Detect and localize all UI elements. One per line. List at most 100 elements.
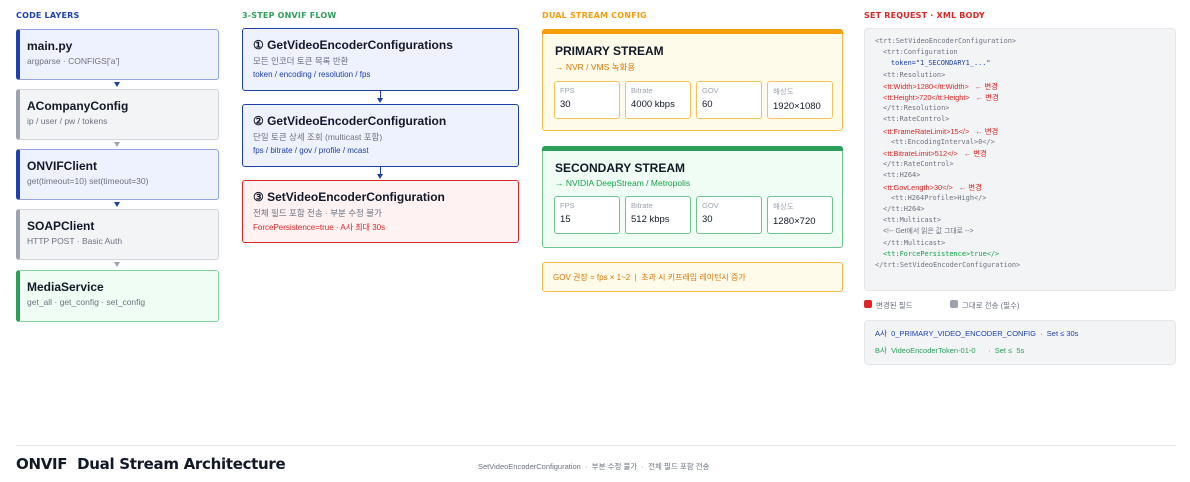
legend-unchanged-label: 그대로 전송 (필수): [962, 301, 1020, 310]
metric-value: 15: [560, 214, 571, 225]
xml-line: </tt:Multicast>: [875, 238, 1165, 249]
xml-line-text: <tt:ForcePersistence>true</>: [883, 249, 1000, 258]
layer-soap-client: SOAPClient HTTP POST · Basic Auth: [16, 209, 219, 260]
legend: 변경된 필드 그대로 전송 (필수): [864, 299, 1176, 311]
metric-label: GOV: [702, 86, 719, 95]
metric-label: GOV: [702, 201, 719, 210]
stream-target: → NVIDIA DeepStream / Metropolis: [555, 178, 691, 188]
onvif-flow-title: 3-STEP ONVIF FLOW: [242, 11, 337, 20]
xml-line-text: <tt:BitrateLimit>512</>: [883, 149, 958, 159]
xml-line-text: token="1_SECONDARY1_...": [891, 59, 991, 68]
vendor-b-token: B사 VideoEncoderToken-01-0 · Set ≤ 5s: [875, 346, 1025, 355]
xml-line: token="1_SECONDARY1_...": [875, 58, 1165, 69]
change-marker: ← 변경: [974, 81, 998, 91]
xml-line-text: <trt:Configuration: [883, 48, 958, 57]
down-arrow-icon: [114, 202, 120, 207]
secondary-stream-accent: [542, 146, 843, 151]
xml-line-text: </tt:H264>: [883, 205, 925, 214]
xml-line: <tt:Resolution>: [875, 70, 1165, 81]
footer-note: SetVideoEncoderConfiguration · 부분 수정 불가 …: [478, 462, 710, 471]
metric-gov: GOV 60: [696, 81, 762, 119]
xml-line: </tt:H264>: [875, 204, 1165, 215]
change-marker: ← 변경: [963, 149, 987, 159]
xml-line: <tt:Multicast>: [875, 215, 1165, 226]
metric-label: 해상도: [773, 87, 794, 96]
metric-label: FPS: [560, 201, 575, 210]
xml-line: <tt:H264>: [875, 170, 1165, 181]
layer-title: MediaService: [27, 280, 104, 294]
xml-line: </tt:Resolution>: [875, 103, 1165, 114]
legend-unchanged-swatch: [950, 300, 958, 308]
stream-target: → NVR / VMS 녹화용: [555, 62, 636, 72]
step-title: ① GetVideoEncoderConfigurations: [253, 38, 453, 52]
metric-value: 1280×720: [773, 216, 816, 227]
code-layers-title: CODE LAYERS: [16, 11, 80, 20]
metric-bitrate: Bitrate 4000 kbps: [625, 81, 691, 119]
layer-title: ONVIFClient: [27, 159, 98, 173]
xml-line: <tt:H264Profile>High</>: [875, 193, 1165, 204]
layer-acompany-config: ACompanyConfig ip / user / pw / tokens: [16, 89, 219, 140]
gov-recommendation-note: GOV 권장 = fps × 1~2 | 초과 시 키프레임 레이턴시 증가: [542, 262, 843, 292]
metric-value: 30: [560, 99, 571, 110]
metric-resolution: 해상도 1920×1080: [767, 81, 833, 119]
metric-value: 4000 kbps: [631, 99, 675, 110]
layer-subtitle: ip / user / pw / tokens: [27, 116, 108, 126]
flow-step-get-configuration: ② GetVideoEncoderConfiguration 단일 토큰 상세 …: [242, 104, 519, 167]
change-marker: ← 변경: [975, 126, 999, 136]
layer-main-py: main.py argparse · CONFIGS['a']: [16, 29, 219, 80]
layer-title: SOAPClient: [27, 219, 95, 233]
metric-label: Bitrate: [631, 86, 653, 95]
xml-line: <tt:BitrateLimit>512</> ← 변경: [875, 148, 1165, 159]
layer-media-service: MediaService get_all · get_config · set_…: [16, 270, 219, 322]
xml-line-text: </tt:RateControl>: [883, 160, 954, 169]
metric-fps: FPS 15: [554, 196, 620, 234]
xml-line: <tt:ForcePersistence>true</>: [875, 249, 1165, 260]
xml-line-text: <tt:H264>: [883, 171, 921, 180]
down-arrow-icon: [377, 174, 383, 179]
set-request-title: SET REQUEST · XML BODY: [864, 11, 985, 20]
change-marker: ← 변경: [975, 93, 999, 103]
metric-value: 512 kbps: [631, 214, 670, 225]
layer-onvif-client: ONVIFClient get(timeout=10) set(timeout=…: [16, 149, 219, 200]
metric-gov: GOV 30: [696, 196, 762, 234]
xml-line: <tt:FrameRateLimit>15</> ← 변경: [875, 126, 1165, 137]
footer-title: ONVIF Dual Stream Architecture: [16, 455, 286, 473]
layer-subtitle: HTTP POST · Basic Auth: [27, 236, 123, 246]
xml-line-text: <tt:Height>720</tt:Height>: [883, 93, 970, 103]
xml-line-text: <tt:Multicast>: [883, 216, 942, 225]
down-arrow-icon: [114, 142, 120, 147]
xml-line-text: </trt:SetVideoEncoderConfiguration>: [875, 261, 1021, 270]
xml-line: <trt:Configuration: [875, 47, 1165, 58]
stream-title: SECONDARY STREAM: [555, 161, 686, 175]
xml-body-panel: <trt:SetVideoEncoderConfiguration> <trt:C…: [864, 28, 1176, 291]
step-description: 전체 필드 포함 전송 · 부분 수정 불가: [253, 208, 382, 218]
xml-line-text: </tt:Resolution>: [883, 104, 950, 113]
legend-changed-swatch: [864, 300, 872, 308]
step-detail: token / encoding / resolution / fps: [253, 70, 371, 79]
step-detail: fps / bitrate / gov / profile / mcast: [253, 146, 369, 155]
xml-line: </tt:RateControl>: [875, 159, 1165, 170]
footer-divider: [16, 445, 1176, 446]
layer-subtitle: get_all · get_config · set_config: [27, 297, 146, 307]
xml-line-text: <tt:GovLength>30</>: [883, 182, 953, 192]
xml-line-text: <trt:SetVideoEncoderConfiguration>: [875, 37, 1017, 45]
xml-line: </trt:SetVideoEncoderConfiguration>: [875, 260, 1165, 271]
metric-label: FPS: [560, 86, 575, 95]
xml-line: <tt:GovLength>30</> ← 변경: [875, 182, 1165, 193]
xml-line: <tt:EncodingInterval>0</>: [875, 137, 1165, 148]
xml-line: <trt:SetVideoEncoderConfiguration>: [875, 36, 1165, 47]
metric-bitrate: Bitrate 512 kbps: [625, 196, 691, 234]
step-title: ② GetVideoEncoderConfiguration: [253, 114, 447, 128]
xml-line: <tt:Width>1280</tt:Width> ← 변경: [875, 81, 1165, 92]
flow-step-set-configuration: ③ SetVideoEncoderConfiguration 전체 필드 포함 …: [242, 180, 519, 243]
primary-stream-accent: [542, 29, 843, 34]
vendor-token-panel: A사 0_PRIMARY_VIDEO_ENCODER_CONFIG · Set …: [864, 320, 1176, 365]
xml-line-text: <tt:EncodingInterval>0</>: [891, 137, 995, 146]
secondary-stream-card: SECONDARY STREAM → NVIDIA DeepStream / M…: [542, 146, 843, 248]
xml-line-text: <tt:Width>1280</tt:Width>: [883, 81, 969, 91]
step-detail: ForcePersistence=true · A사 최대 30s: [253, 223, 386, 232]
layer-subtitle: get(timeout=10) set(timeout=30): [27, 176, 149, 186]
metric-label: 해상도: [773, 202, 794, 211]
legend-changed-label: 변경된 필드: [876, 301, 913, 310]
down-arrow-icon: [114, 262, 120, 267]
